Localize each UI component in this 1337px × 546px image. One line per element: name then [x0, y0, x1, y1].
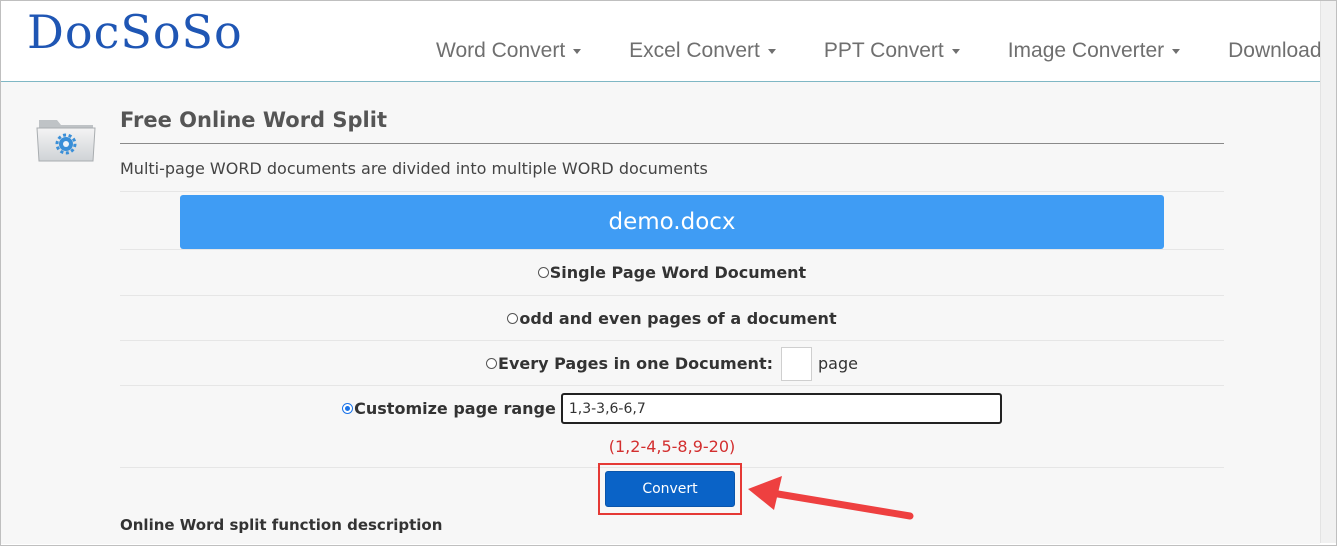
option-every-pages-label: Every Pages in one Document: — [498, 354, 773, 373]
option-custom-range-label: Customize page range — [354, 399, 556, 418]
row-divider — [120, 191, 1224, 192]
nav-ppt-convert[interactable]: PPT Convert — [809, 39, 960, 63]
page-description: Multi-page WORD documents are divided in… — [120, 159, 708, 178]
option-single-page[interactable]: Single Page Word Document — [120, 250, 1224, 295]
pages-per-document-input[interactable] — [780, 346, 812, 381]
option-single-page-label: Single Page Word Document — [549, 263, 807, 282]
title-divider — [120, 143, 1224, 144]
option-every-pages[interactable]: Every Pages in one Document: page — [120, 341, 1224, 386]
site-logo[interactable]: DocSoSo — [27, 5, 243, 59]
range-format-hint: (1,2-4,5-8,9-20) — [608, 437, 736, 456]
radio-odd-even[interactable] — [507, 313, 519, 324]
nav-download[interactable]: Download — [1213, 39, 1321, 63]
uploaded-file-bar[interactable]: demo.docx — [180, 195, 1164, 249]
site-header: DocSoSo Word Convert Excel Convert PPT C… — [1, 1, 1322, 82]
radio-every-pages[interactable] — [486, 358, 498, 369]
pages-unit-label: page — [817, 354, 858, 373]
vertical-scrollbar[interactable] — [1320, 1, 1336, 543]
nav-excel-convert[interactable]: Excel Convert — [614, 39, 776, 63]
file-name: demo.docx — [608, 209, 736, 235]
nav-ppt-convert-label: PPT Convert — [823, 39, 944, 62]
chevron-down-icon — [573, 48, 582, 54]
nav-word-convert[interactable]: Word Convert — [421, 39, 582, 63]
page-title: Free Online Word Split — [120, 108, 387, 132]
nav-image-converter[interactable]: Image Converter — [993, 39, 1181, 63]
nav-download-label: Download — [1228, 39, 1322, 62]
annotation-arrow-icon — [748, 476, 914, 520]
folder-gear-icon — [36, 120, 96, 162]
radio-custom-range[interactable] — [342, 403, 354, 414]
chevron-down-icon — [1172, 48, 1181, 54]
nav-word-convert-label: Word Convert — [436, 39, 566, 62]
function-description-heading: Online Word split function description — [120, 516, 443, 534]
option-odd-even[interactable]: odd and even pages of a document — [120, 296, 1224, 341]
convert-button[interactable]: Convert — [605, 471, 735, 507]
chevron-down-icon — [767, 48, 776, 54]
chevron-down-icon — [951, 48, 960, 54]
nav-image-converter-label: Image Converter — [1007, 39, 1165, 62]
convert-highlight-box: Convert — [598, 463, 742, 515]
option-odd-even-label: odd and even pages of a document — [519, 309, 837, 328]
option-custom-range[interactable]: Customize page range — [120, 386, 1224, 431]
radio-single-page[interactable] — [537, 267, 549, 278]
main-nav: Word Convert Excel Convert PPT Convert I… — [421, 39, 1337, 63]
nav-excel-convert-label: Excel Convert — [629, 39, 760, 62]
main-content: Free Online Word Split Multi-page WORD d… — [1, 82, 1320, 544]
page-range-input[interactable] — [560, 393, 1002, 424]
